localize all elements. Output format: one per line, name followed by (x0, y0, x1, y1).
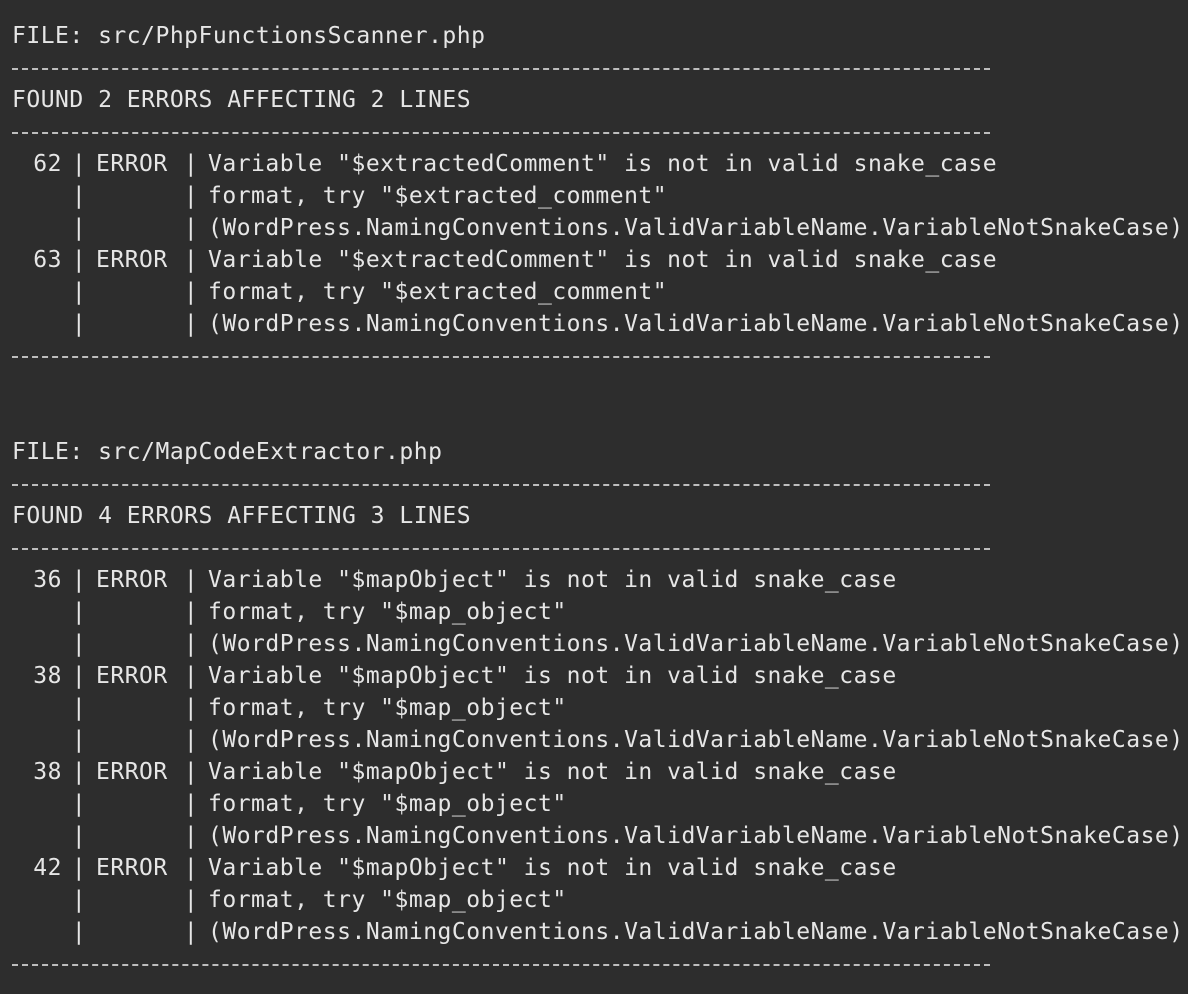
column-separator: | (71, 855, 87, 881)
error-type: ERROR (96, 663, 168, 689)
error-message: Variable "$mapObject" is not in valid sn… (208, 663, 897, 689)
error-type: ERROR (96, 759, 168, 785)
terminal-output[interactable]: FILE: src/PhpFunctionsScanner.php FOUND … (0, 0, 1188, 994)
line-number: 38 (33, 663, 62, 689)
file-header: FILE: src/MapCodeExtractor.php (12, 439, 443, 465)
error-message: Variable "$mapObject" is not in valid sn… (208, 759, 897, 785)
column-separator: | (71, 695, 87, 721)
column-separator: | (183, 247, 199, 273)
error-entry: 36 | ERROR | Variable "$mapObject" is not in… (12, 564, 1188, 660)
column-separator: | (71, 919, 87, 945)
column-separator: | (183, 887, 199, 913)
error-sniff-code: (WordPress.NamingConventions.ValidVariab… (208, 919, 1184, 945)
error-suggestion: format, try "$map_object" (208, 791, 567, 817)
error-entry: 42 | ERROR | Variable "$mapObject" is not in… (12, 852, 1188, 948)
error-message: Variable "$extractedComment" is not in v… (208, 247, 998, 273)
error-message: Variable "$extractedComment" is not in v… (208, 151, 998, 177)
column-separator: | (71, 215, 87, 241)
error-type: ERROR (96, 247, 168, 273)
file-header: FILE: src/PhpFunctionsScanner.php (12, 23, 486, 49)
error-entry: 38 | ERROR | Variable "$mapObject" is not in… (12, 756, 1188, 852)
error-suggestion: format, try "$map_object" (208, 887, 567, 913)
column-separator: | (71, 567, 87, 593)
column-separator: | (183, 151, 199, 177)
divider-line (12, 532, 990, 564)
column-separator: | (71, 663, 87, 689)
line-number: 62 (33, 151, 62, 177)
column-separator: | (71, 311, 87, 337)
column-separator: | (183, 215, 199, 241)
error-entry: 38 | ERROR | Variable "$mapObject" is not in… (12, 660, 1188, 756)
error-message: Variable "$mapObject" is not in valid sn… (208, 855, 897, 881)
column-separator: | (71, 887, 87, 913)
column-separator: | (183, 823, 199, 849)
column-separator: | (183, 727, 199, 753)
column-separator: | (183, 183, 199, 209)
column-separator: | (183, 599, 199, 625)
column-separator: | (71, 823, 87, 849)
column-separator: | (183, 631, 199, 657)
column-separator: | (71, 727, 87, 753)
error-suggestion: format, try "$map_object" (208, 695, 567, 721)
column-separator: | (71, 759, 87, 785)
file-report: FILE: src/MapCodeExtractor.php FOUND 4 E… (12, 436, 1188, 980)
column-separator: | (183, 663, 199, 689)
error-sniff-code: (WordPress.NamingConventions.ValidVariab… (208, 727, 1184, 753)
error-sniff-code: (WordPress.NamingConventions.ValidVariab… (208, 823, 1184, 849)
divider-line (12, 340, 990, 372)
line-number: 63 (33, 247, 62, 273)
error-sniff-code: (WordPress.NamingConventions.ValidVariab… (208, 631, 1184, 657)
error-sniff-code: (WordPress.NamingConventions.ValidVariab… (208, 311, 1184, 337)
error-type: ERROR (96, 855, 168, 881)
error-suggestion: format, try "$extracted_comment" (208, 279, 668, 305)
column-separator: | (183, 311, 199, 337)
column-separator: | (183, 759, 199, 785)
divider-line (12, 116, 990, 148)
error-type: ERROR (96, 567, 168, 593)
line-number: 42 (33, 855, 62, 881)
column-separator: | (71, 151, 87, 177)
line-number: 38 (33, 759, 62, 785)
file-report: FILE: src/PhpFunctionsScanner.php FOUND … (12, 20, 1188, 372)
column-separator: | (183, 279, 199, 305)
column-separator: | (183, 695, 199, 721)
error-type: ERROR (96, 151, 168, 177)
column-separator: | (183, 919, 199, 945)
error-summary: FOUND 4 ERRORS AFFECTING 3 LINES (12, 503, 472, 529)
error-suggestion: format, try "$extracted_comment" (208, 183, 668, 209)
column-separator: | (183, 855, 199, 881)
column-separator: | (71, 599, 87, 625)
column-separator: | (71, 791, 87, 817)
error-entry: 62 | ERROR | Variable "$extractedComment" is… (12, 148, 1188, 244)
divider-line (12, 468, 990, 500)
divider-line (12, 52, 990, 84)
column-separator: | (71, 247, 87, 273)
error-message: Variable "$mapObject" is not in valid sn… (208, 567, 897, 593)
column-separator: | (183, 567, 199, 593)
line-number: 36 (33, 567, 62, 593)
column-separator: | (71, 631, 87, 657)
error-sniff-code: (WordPress.NamingConventions.ValidVariab… (208, 215, 1184, 241)
error-summary: FOUND 2 ERRORS AFFECTING 2 LINES (12, 87, 472, 113)
error-entry: 63 | ERROR | Variable "$extractedComment" is… (12, 244, 1188, 340)
column-separator: | (71, 183, 87, 209)
column-separator: | (71, 279, 87, 305)
column-separator: | (183, 791, 199, 817)
divider-line (12, 948, 990, 980)
error-suggestion: format, try "$map_object" (208, 599, 567, 625)
